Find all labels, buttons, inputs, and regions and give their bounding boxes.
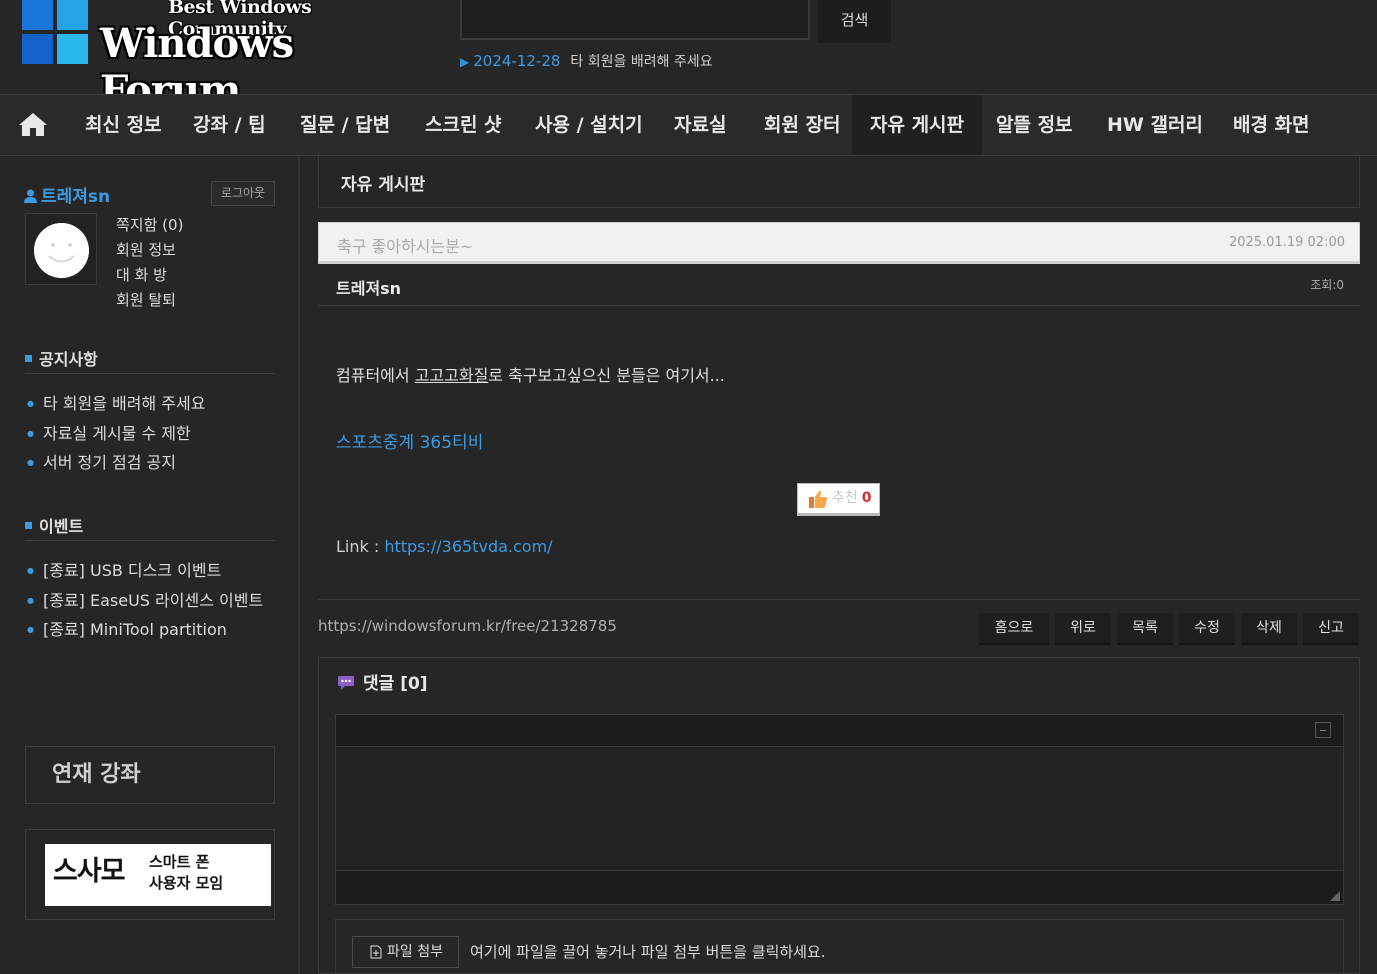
nav-item-qna[interactable]: 질문 / 답변 bbox=[300, 95, 390, 155]
nav-item-free-board[interactable]: 자유 게시판 bbox=[852, 95, 983, 155]
recommend-button[interactable]: 추천 0 bbox=[797, 483, 880, 516]
thumbs-up-icon bbox=[809, 490, 828, 508]
file-plus-icon bbox=[370, 945, 382, 959]
resize-grip-icon[interactable] bbox=[1330, 891, 1340, 901]
report-button[interactable]: 신고 bbox=[1303, 613, 1359, 645]
comment-section: 댓글 [0] 파일 첨부 여기에 파일을 끌어 놓거나 파일 첨부 버튼을 클릭… bbox=[318, 657, 1360, 974]
avatar bbox=[25, 213, 97, 285]
home-icon[interactable] bbox=[18, 111, 48, 137]
post-body-link[interactable]: 스포츠중계 365티비 bbox=[336, 428, 483, 453]
recommend-label: 추천 bbox=[832, 490, 858, 506]
nav-item-tips[interactable]: 강좌 / 팁 bbox=[193, 95, 266, 155]
list-item[interactable]: ● [종료] USB 디스크 이벤트 bbox=[27, 556, 263, 586]
smiley-avatar-icon bbox=[34, 223, 89, 278]
post-body: 컴퓨터에서 고고고화질로 축구보고싶으신 분들은 여기서... bbox=[336, 366, 725, 385]
play-triangle-icon: ▶ bbox=[460, 55, 470, 69]
file-attach-hint: 여기에 파일을 끌어 놓거나 파일 첨부 버튼을 클릭하세요. bbox=[470, 943, 826, 961]
site-logo[interactable]: Best Windows Community Windows Forum bbox=[22, 0, 412, 114]
sidebar-username[interactable]: 트레져sn bbox=[24, 182, 110, 207]
search-input[interactable] bbox=[460, 0, 810, 40]
user-menu-messages[interactable]: 쪽지함 (0) bbox=[116, 214, 183, 239]
user-menu-withdraw[interactable]: 회원 탈퇴 bbox=[116, 289, 183, 314]
username-label: 트레져sn bbox=[41, 187, 111, 207]
notice-text: 타 회원을 배려해 주세요 bbox=[570, 54, 713, 70]
post-external-link[interactable]: https://365tvda.com/ bbox=[384, 537, 552, 556]
list-button[interactable]: 목록 bbox=[1117, 613, 1173, 645]
square-bullet-icon bbox=[25, 522, 32, 529]
windows-logo-icon bbox=[22, 0, 92, 66]
dot-bullet-icon: ● bbox=[27, 625, 34, 634]
dot-bullet-icon: ● bbox=[27, 428, 34, 438]
dot-bullet-icon: ● bbox=[27, 399, 34, 408]
nav-item-reviews[interactable]: 사용 / 설치기 bbox=[535, 95, 643, 155]
recommend-count: 0 bbox=[861, 490, 872, 506]
user-menu-profile[interactable]: 회원 정보 bbox=[116, 239, 183, 264]
editor-toolbar bbox=[336, 715, 1343, 747]
board-title: 자유 게시판 bbox=[341, 175, 426, 195]
banner-box: 스사모 스마트 폰 사용자 모임 bbox=[25, 829, 275, 920]
post-actions-bar: https://windowsforum.kr/free/21328785 홈으… bbox=[318, 599, 1360, 657]
search-button[interactable]: 검색 bbox=[818, 0, 891, 43]
home-button[interactable]: 홈으로 bbox=[979, 613, 1049, 645]
nav-item-latest[interactable]: 최신 정보 bbox=[85, 95, 162, 155]
post-link-line: Link : https://365tvda.com/ bbox=[336, 537, 553, 556]
comment-heading: 댓글 [0] bbox=[337, 669, 428, 694]
list-item[interactable]: ● 서버 정기 점검 공지 bbox=[27, 448, 205, 478]
nav-item-market[interactable]: 회원 장터 bbox=[764, 95, 841, 155]
delete-button[interactable]: 삭제 bbox=[1241, 613, 1297, 645]
sidebar: 트레져sn 로그아웃 쪽지함 (0) 회원 정보 대 화 방 회원 탈퇴 공지사… bbox=[0, 156, 300, 974]
header-notice[interactable]: ▶ 2024-12-28 타 회원을 배려해 주세요 bbox=[460, 51, 713, 71]
banner-title: 스사모 bbox=[53, 856, 126, 887]
nav-item-hw-gallery[interactable]: HW 갤러리 bbox=[1107, 95, 1203, 155]
post-date: 2025.01.19 02:00 bbox=[1228, 235, 1345, 250]
user-menu: 쪽지함 (0) 회원 정보 대 화 방 회원 탈퇴 bbox=[116, 214, 183, 314]
notice-heading: 공지사항 bbox=[25, 346, 275, 374]
post-views: 조회:0 bbox=[1310, 278, 1344, 292]
list-item[interactable]: ● 타 회원을 배려해 주세요 bbox=[27, 389, 205, 419]
event-heading: 이벤트 bbox=[25, 513, 275, 541]
speech-bubble-icon bbox=[338, 676, 354, 690]
post-meta: 트레져sn 조회:0 bbox=[318, 266, 1360, 306]
square-bullet-icon bbox=[25, 355, 32, 362]
user-menu-chat[interactable]: 대 화 방 bbox=[116, 264, 183, 289]
post-author[interactable]: 트레져sn bbox=[336, 275, 401, 299]
smartphone-community-banner[interactable]: 스사모 스마트 폰 사용자 모임 bbox=[45, 844, 271, 906]
notice-date: 2024-12-28 bbox=[473, 52, 561, 70]
user-icon bbox=[24, 189, 37, 203]
list-item[interactable]: ● 자료실 게시물 수 제한 bbox=[27, 419, 205, 449]
file-attach-button[interactable]: 파일 첨부 bbox=[352, 936, 459, 968]
permalink[interactable]: https://windowsforum.kr/free/21328785 bbox=[318, 617, 617, 635]
post-title-bar: 축구 좋아하시는분~ 2025.01.19 02:00 bbox=[318, 222, 1360, 264]
file-attach-row: 파일 첨부 여기에 파일을 끌어 놓거나 파일 첨부 버튼을 클릭하세요. bbox=[335, 919, 1344, 974]
underlined-text: 고고고화질 bbox=[414, 366, 489, 385]
dot-bullet-icon: ● bbox=[27, 458, 34, 467]
logout-button[interactable]: 로그아웃 bbox=[211, 181, 275, 206]
series-lectures-box[interactable]: 연재 강좌 bbox=[25, 746, 275, 804]
dot-bullet-icon: ● bbox=[27, 595, 34, 605]
site-header: Best Windows Community Windows Forum 검색 … bbox=[0, 0, 1377, 114]
collapse-icon[interactable] bbox=[1315, 722, 1331, 738]
nav-item-deals[interactable]: 알뜰 정보 bbox=[996, 95, 1073, 155]
list-item[interactable]: ● [종료] MiniTool partition bbox=[27, 615, 263, 645]
nav-item-screenshots[interactable]: 스크린 샷 bbox=[425, 95, 502, 155]
top-button[interactable]: 위로 bbox=[1055, 613, 1111, 645]
nav-item-downloads[interactable]: 자료실 bbox=[674, 95, 726, 155]
notice-list: ● 타 회원을 배려해 주세요 ● 자료실 게시물 수 제한 ● 서버 정기 점검 공… bbox=[27, 389, 205, 478]
comment-editor[interactable] bbox=[335, 714, 1344, 905]
list-item[interactable]: ● [종료] EaseUS 라이센스 이벤트 bbox=[27, 586, 263, 616]
dot-bullet-icon: ● bbox=[27, 566, 34, 575]
nav-item-wallpapers[interactable]: 배경 화면 bbox=[1233, 95, 1310, 155]
post-title: 축구 좋아하시는분~ bbox=[337, 237, 474, 256]
main-navigation: 최신 정보 강좌 / 팁 질문 / 답변 스크린 샷 사용 / 설치기 자료실 … bbox=[0, 94, 1377, 156]
banner-subtitle: 스마트 폰 사용자 모임 bbox=[149, 853, 224, 892]
edit-button[interactable]: 수정 bbox=[1179, 613, 1235, 645]
event-list: ● [종료] USB 디스크 이벤트 ● [종료] EaseUS 라이센스 이벤트 … bbox=[27, 556, 263, 645]
board-title-box: 자유 게시판 bbox=[318, 156, 1360, 208]
editor-footer bbox=[336, 870, 1343, 904]
file-attach-label: 파일 첨부 bbox=[387, 944, 443, 960]
